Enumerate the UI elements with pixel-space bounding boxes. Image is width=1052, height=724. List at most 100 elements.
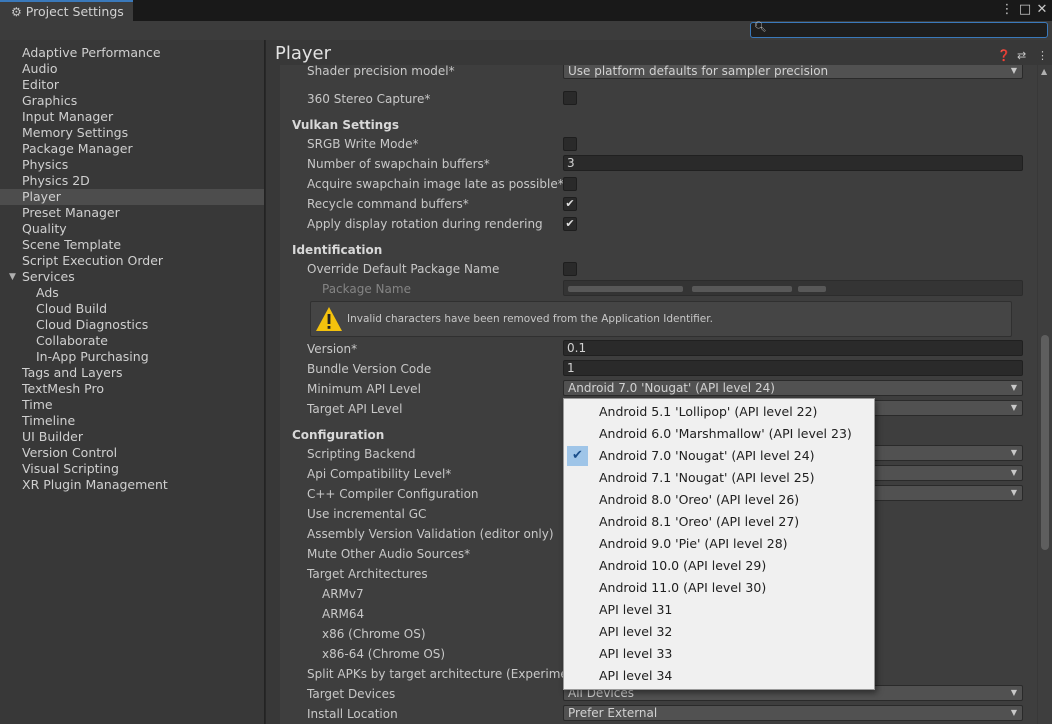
sidebar-item-ui-builder[interactable]: UI Builder (0, 429, 264, 445)
vertical-scrollbar[interactable]: ▲ (1038, 65, 1052, 724)
install-location-dropdown[interactable]: Prefer External ▼ (563, 705, 1023, 721)
sidebar-item-textmesh-pro[interactable]: TextMesh Pro (0, 381, 264, 397)
preset-icon[interactable]: ⇄ (1017, 49, 1026, 62)
recycle-checkbox[interactable]: ✔ (563, 197, 577, 211)
search-input[interactable] (765, 23, 1045, 37)
bundle-version-field[interactable]: 1 (563, 360, 1023, 376)
sidebar-item-input-manager[interactable]: Input Manager (0, 109, 264, 125)
sidebar-item-label: Editor (22, 77, 59, 92)
sidebar-item-time[interactable]: Time (0, 397, 264, 413)
api-level-option[interactable]: Android 11.0 (API level 30) (565, 577, 873, 599)
split-apks-label: Split APKs by target architecture (Exper… (307, 667, 563, 681)
search-bar: 🔍︎ (0, 21, 1052, 40)
sidebar-item-visual-scripting[interactable]: Visual Scripting (0, 461, 264, 477)
search-field[interactable]: 🔍︎ (750, 22, 1048, 38)
override-package-checkbox[interactable] (563, 262, 577, 276)
version-field[interactable]: 0.1 (563, 340, 1023, 356)
srgb-label: SRGB Write Mode* (307, 137, 419, 151)
sidebar-item-version-control[interactable]: Version Control (0, 445, 264, 461)
stereo-capture-checkbox[interactable] (563, 91, 577, 105)
more-options-icon[interactable]: ⋮ (999, 1, 1015, 19)
page-title: Player (275, 43, 332, 64)
sidebar-item-quality[interactable]: Quality (0, 221, 264, 237)
sidebar-item-cloud-diagnostics[interactable]: Cloud Diagnostics (0, 317, 264, 333)
api-level-option-label: API level 34 (599, 668, 673, 683)
sidebar-item-preset-manager[interactable]: Preset Manager (0, 205, 264, 221)
close-icon[interactable]: ✕ (1034, 1, 1050, 19)
sidebar-item-tags-and-layers[interactable]: Tags and Layers (0, 365, 264, 381)
api-level-option[interactable]: Android 5.1 'Lollipop' (API level 22) (565, 401, 873, 423)
api-level-option[interactable]: API level 34 (565, 665, 873, 687)
sidebar-item-editor[interactable]: Editor (0, 77, 264, 93)
sidebar-item-physics-2d[interactable]: Physics 2D (0, 173, 264, 189)
more-icon[interactable]: ⋮ (1037, 49, 1048, 62)
sidebar-item-graphics[interactable]: Graphics (0, 93, 264, 109)
chevron-down-icon: ▼ (1010, 448, 1017, 457)
sidebar-item-xr-plugin-management[interactable]: XR Plugin Management (0, 477, 264, 493)
api-level-option[interactable]: API level 33 (565, 643, 873, 665)
target-api-label: Target API Level (307, 402, 403, 416)
package-name-label: Package Name (322, 282, 411, 296)
rotation-checkbox[interactable]: ✔ (563, 217, 577, 231)
api-level-option-label: API level 32 (599, 624, 673, 639)
sidebar-item-ads[interactable]: Ads (0, 285, 264, 301)
sidebar-item-label: Physics 2D (22, 173, 90, 188)
mute-audio-label: Mute Other Audio Sources* (307, 547, 471, 561)
help-icon[interactable]: ❓ (997, 49, 1011, 62)
scripting-backend-label: Scripting Backend (307, 447, 416, 461)
rotation-label: Apply display rotation during rendering (307, 217, 543, 231)
api-level-option-label: Android 7.1 'Nougat' (API level 25) (599, 470, 815, 485)
api-level-option[interactable]: API level 32 (565, 621, 873, 643)
api-level-option[interactable]: Android 6.0 'Marshmallow' (API level 23) (565, 423, 873, 445)
project-settings-tab[interactable]: ⚙ Project Settings (0, 0, 133, 21)
sidebar-item-in-app-purchasing[interactable]: In-App Purchasing (0, 349, 264, 365)
sidebar-item-timeline[interactable]: Timeline (0, 413, 264, 429)
api-level-option-label: API level 33 (599, 646, 673, 661)
chevron-down-icon: ▼ (1010, 383, 1017, 392)
api-level-option-label: Android 8.0 'Oreo' (API level 26) (599, 492, 800, 507)
api-level-option-label: Android 10.0 (API level 29) (599, 558, 767, 573)
api-level-option[interactable]: API level 31 (565, 599, 873, 621)
sidebar-item-label: Ads (36, 285, 59, 300)
acquire-checkbox[interactable] (563, 177, 577, 191)
sidebar-item-physics[interactable]: Physics (0, 157, 264, 173)
expand-caret-icon[interactable]: ▼ (9, 269, 16, 285)
api-level-option[interactable]: Android 8.1 'Oreo' (API level 27) (565, 511, 873, 533)
recycle-label: Recycle command buffers* (307, 197, 469, 211)
sidebar-item-scene-template[interactable]: Scene Template (0, 237, 264, 253)
api-level-option[interactable]: ✔ Android 7.0 'Nougat' (API level 24) (565, 445, 873, 467)
api-level-option[interactable]: Android 8.0 'Oreo' (API level 26) (565, 489, 873, 511)
sidebar-item-label: Cloud Diagnostics (36, 317, 149, 332)
shader-precision-dropdown[interactable]: Use platform defaults for sampler precis… (563, 65, 1023, 79)
sidebar-item-script-execution-order[interactable]: Script Execution Order (0, 253, 264, 269)
api-level-option-label: Android 9.0 'Pie' (API level 28) (599, 536, 788, 551)
sidebar-item-label: Cloud Build (36, 301, 108, 316)
sidebar-item-audio[interactable]: Audio (0, 61, 264, 77)
sidebar-item-package-manager[interactable]: Package Manager (0, 141, 264, 157)
sidebar-item-label: XR Plugin Management (22, 477, 168, 492)
sidebar-item-services[interactable]: ▼ Services (0, 269, 264, 285)
shader-precision-label: Shader precision model* (307, 65, 455, 78)
api-level-option-label: Android 5.1 'Lollipop' (API level 22) (599, 404, 818, 419)
sidebar-item-label: Collaborate (36, 333, 108, 348)
api-level-option[interactable]: Android 7.1 'Nougat' (API level 25) (565, 467, 873, 489)
scroll-up-icon[interactable]: ▲ (1041, 67, 1047, 76)
scrollbar-thumb[interactable] (1041, 335, 1049, 550)
sidebar-item-cloud-build[interactable]: Cloud Build (0, 301, 264, 317)
api-level-option[interactable]: Android 10.0 (API level 29) (565, 555, 873, 577)
chevron-down-icon: ▼ (1010, 403, 1017, 412)
target-devices-label: Target Devices (307, 687, 396, 701)
swapchain-field[interactable]: 3 (563, 155, 1023, 171)
sidebar-item-adaptive-performance[interactable]: Adaptive Performance (0, 45, 264, 61)
sidebar-item-collaborate[interactable]: Collaborate (0, 333, 264, 349)
srgb-checkbox[interactable] (563, 137, 577, 151)
min-api-dropdown[interactable]: Android 7.0 'Nougat' (API level 24) ▼ (563, 380, 1023, 396)
sidebar-item-memory-settings[interactable]: Memory Settings (0, 125, 264, 141)
api-level-option[interactable]: Android 9.0 'Pie' (API level 28) (565, 533, 873, 555)
maximize-icon[interactable]: □ (1017, 1, 1033, 19)
configuration-header: Configuration (292, 428, 385, 442)
sidebar-item-player[interactable]: Player (0, 189, 264, 205)
api-compat-label: Api Compatibility Level* (307, 467, 452, 481)
sidebar-item-label: Adaptive Performance (22, 45, 161, 60)
chevron-down-icon: ▼ (1010, 708, 1017, 717)
